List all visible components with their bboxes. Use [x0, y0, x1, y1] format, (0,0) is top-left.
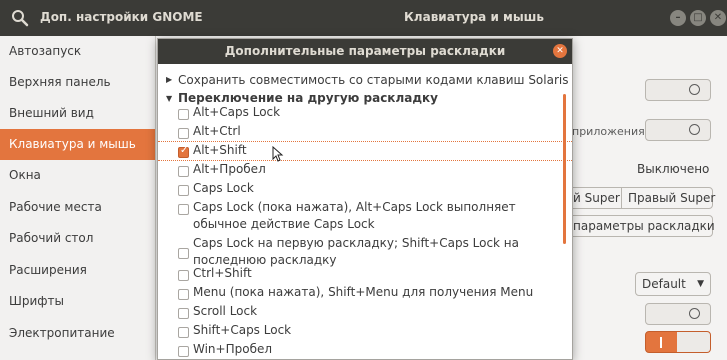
toggle-switch-2[interactable]: [645, 119, 711, 141]
sidebar: Автозапуск Верхняя панель Внешний вид Кл…: [0, 36, 156, 360]
option-label: Caps Lock: [193, 181, 254, 195]
dialog-title: Дополнительные параметры раскладки: [224, 44, 506, 58]
default-dropdown[interactable]: Default ▼: [635, 272, 711, 296]
option-row[interactable]: Win+Пробел: [158, 341, 558, 359]
expander-expanded-icon[interactable]: ▼: [166, 94, 172, 103]
toggle-off-area: [677, 332, 710, 352]
scrollbar[interactable]: [563, 94, 566, 244]
option-row[interactable]: Caps Lock: [158, 180, 558, 198]
partial-setting-label: приложения: [572, 125, 645, 138]
search-button[interactable]: [8, 6, 32, 30]
chevron-down-icon: ▼: [697, 279, 704, 289]
option-row[interactable]: Scroll Lock: [158, 303, 558, 321]
option-label: Caps Lock (пока нажата), Alt+Caps Lock в…: [193, 200, 516, 231]
minimize-button[interactable]: –: [670, 10, 686, 26]
toggle-switch-3[interactable]: [645, 303, 711, 325]
left-super-button[interactable]: й Super: [566, 187, 622, 209]
option-label: Win+Пробел: [193, 342, 273, 356]
tree-section-solaris[interactable]: ▶ Сохранить совместимость со старыми код…: [158, 73, 568, 90]
option-row[interactable]: Alt+Caps Lock: [158, 104, 558, 122]
checkbox[interactable]: [178, 308, 189, 319]
option-row[interactable]: Caps Lock (пока нажата), Alt+Caps Lock в…: [158, 199, 558, 235]
checkbox[interactable]: [178, 327, 189, 338]
checkbox[interactable]: [178, 109, 189, 120]
sidebar-item-fonts[interactable]: Шрифты: [0, 286, 155, 317]
maximize-button[interactable]: □: [690, 10, 706, 26]
checkbox[interactable]: [178, 248, 189, 259]
title-bar: Доп. настройки GNOME Клавиатура и мышь –…: [0, 0, 727, 36]
checkbox[interactable]: [178, 204, 189, 215]
checkbox[interactable]: [178, 346, 189, 357]
toggle-switch-1[interactable]: [645, 79, 711, 101]
toggle-knob: [689, 84, 700, 95]
option-row[interactable]: Alt+Пробел: [158, 161, 558, 179]
checkbox[interactable]: [178, 289, 189, 300]
mouse-pointer-icon: [272, 146, 284, 162]
option-label: Alt+Shift: [193, 143, 247, 157]
close-button[interactable]: ✕: [710, 10, 726, 26]
sidebar-item-autostart[interactable]: Автозапуск: [0, 36, 155, 67]
layout-options-dialog: Дополнительные параметры раскладки ✕ ▶ С…: [157, 38, 573, 360]
toggle-knob: [689, 124, 700, 135]
option-label: Alt+Пробел: [193, 162, 266, 176]
minimize-icon: –: [675, 12, 681, 23]
dialog-close-button[interactable]: ✕: [553, 44, 567, 58]
maximize-icon: □: [693, 12, 703, 23]
window-title: Клавиатура и мышь: [404, 10, 545, 24]
option-row[interactable]: Shift+Caps Lock: [158, 322, 558, 340]
expander-collapsed-icon[interactable]: ▶: [166, 75, 172, 84]
sidebar-item-desktop[interactable]: Рабочий стол: [0, 223, 155, 254]
option-row[interactable]: Ctrl+Shift: [158, 265, 558, 283]
sidebar-item-windows[interactable]: Окна: [0, 160, 155, 191]
toggle-switch-4[interactable]: [645, 331, 711, 353]
option-label: Alt+Caps Lock: [193, 105, 281, 119]
sidebar-item-top-bar[interactable]: Верхняя панель: [0, 67, 155, 98]
toggle-knob: [689, 308, 700, 319]
close-icon: ✕: [713, 12, 723, 23]
option-label: Caps Lock на первую раскладку; Shift+Cap…: [193, 236, 520, 267]
tree-section-label: Переключение на другую раскладку: [178, 91, 438, 105]
search-icon: [12, 10, 29, 27]
sidebar-item-extensions[interactable]: Расширения: [0, 255, 155, 286]
checkbox[interactable]: [178, 185, 189, 196]
checkbox-checked[interactable]: [178, 145, 189, 158]
checkbox[interactable]: [178, 270, 189, 281]
option-row[interactable]: Menu (пока нажата), Shift+Menu для получ…: [158, 284, 558, 302]
checkbox[interactable]: [178, 128, 189, 139]
sidebar-item-appearance[interactable]: Внешний вид: [0, 98, 155, 129]
option-label: Menu (пока нажата), Shift+Menu для получ…: [193, 285, 534, 299]
app-title: Доп. настройки GNOME: [40, 10, 203, 24]
option-label: Ctrl+Shift: [193, 266, 252, 280]
status-value: Выключено: [637, 162, 710, 176]
tree-section-label: Сохранить совместимость со старыми кодам…: [178, 73, 569, 87]
dialog-body: ▶ Сохранить совместимость со старыми код…: [158, 64, 572, 359]
checkbox[interactable]: [178, 166, 189, 177]
sidebar-item-workspaces[interactable]: Рабочие места: [0, 192, 155, 223]
dropdown-value: Default: [642, 277, 686, 291]
option-label: Alt+Ctrl: [193, 124, 241, 138]
layout-options-button[interactable]: параметры раскладки: [566, 215, 715, 237]
sidebar-item-power[interactable]: Электропитание: [0, 318, 155, 349]
option-label: Scroll Lock: [193, 304, 258, 318]
option-label: Shift+Caps Lock: [193, 323, 292, 337]
dialog-header: Дополнительные параметры раскладки ✕: [158, 39, 572, 64]
sidebar-item-keyboard-mouse[interactable]: Клавиатура и мышь: [0, 129, 155, 160]
close-icon: ✕: [556, 46, 564, 56]
right-super-button[interactable]: Правый Super: [621, 187, 715, 209]
toggle-on-indicator: [660, 337, 662, 348]
option-row-selected[interactable]: Alt+Shift: [158, 142, 558, 160]
option-row[interactable]: Alt+Ctrl: [158, 123, 558, 141]
